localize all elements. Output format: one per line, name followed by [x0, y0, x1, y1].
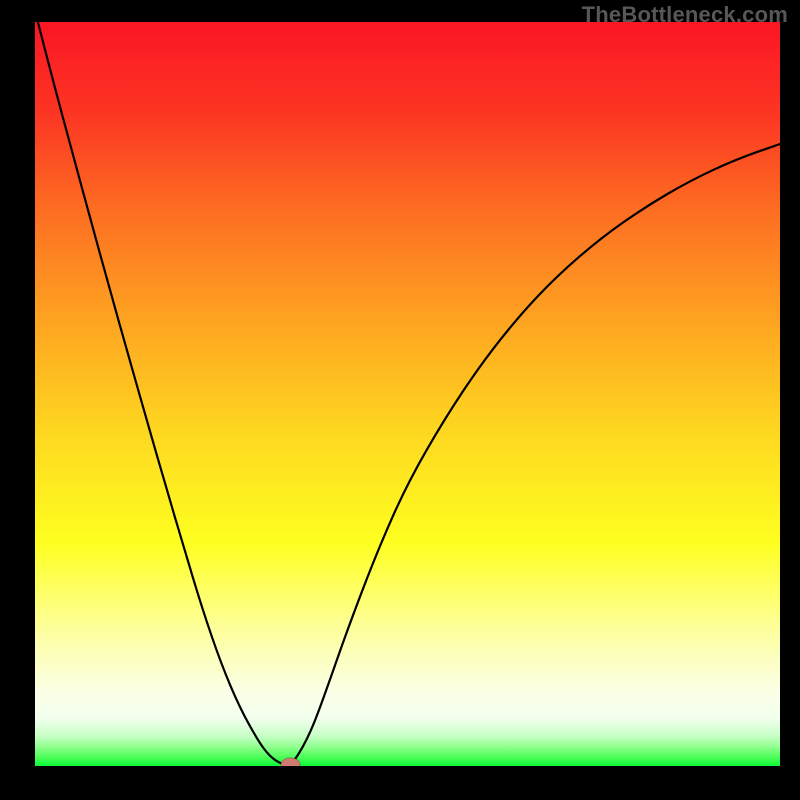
chart-svg	[35, 22, 780, 766]
gradient-background	[35, 22, 780, 766]
watermark-text: TheBottleneck.com	[582, 2, 788, 28]
chart-frame: TheBottleneck.com	[0, 0, 800, 800]
plot-area	[35, 22, 780, 766]
